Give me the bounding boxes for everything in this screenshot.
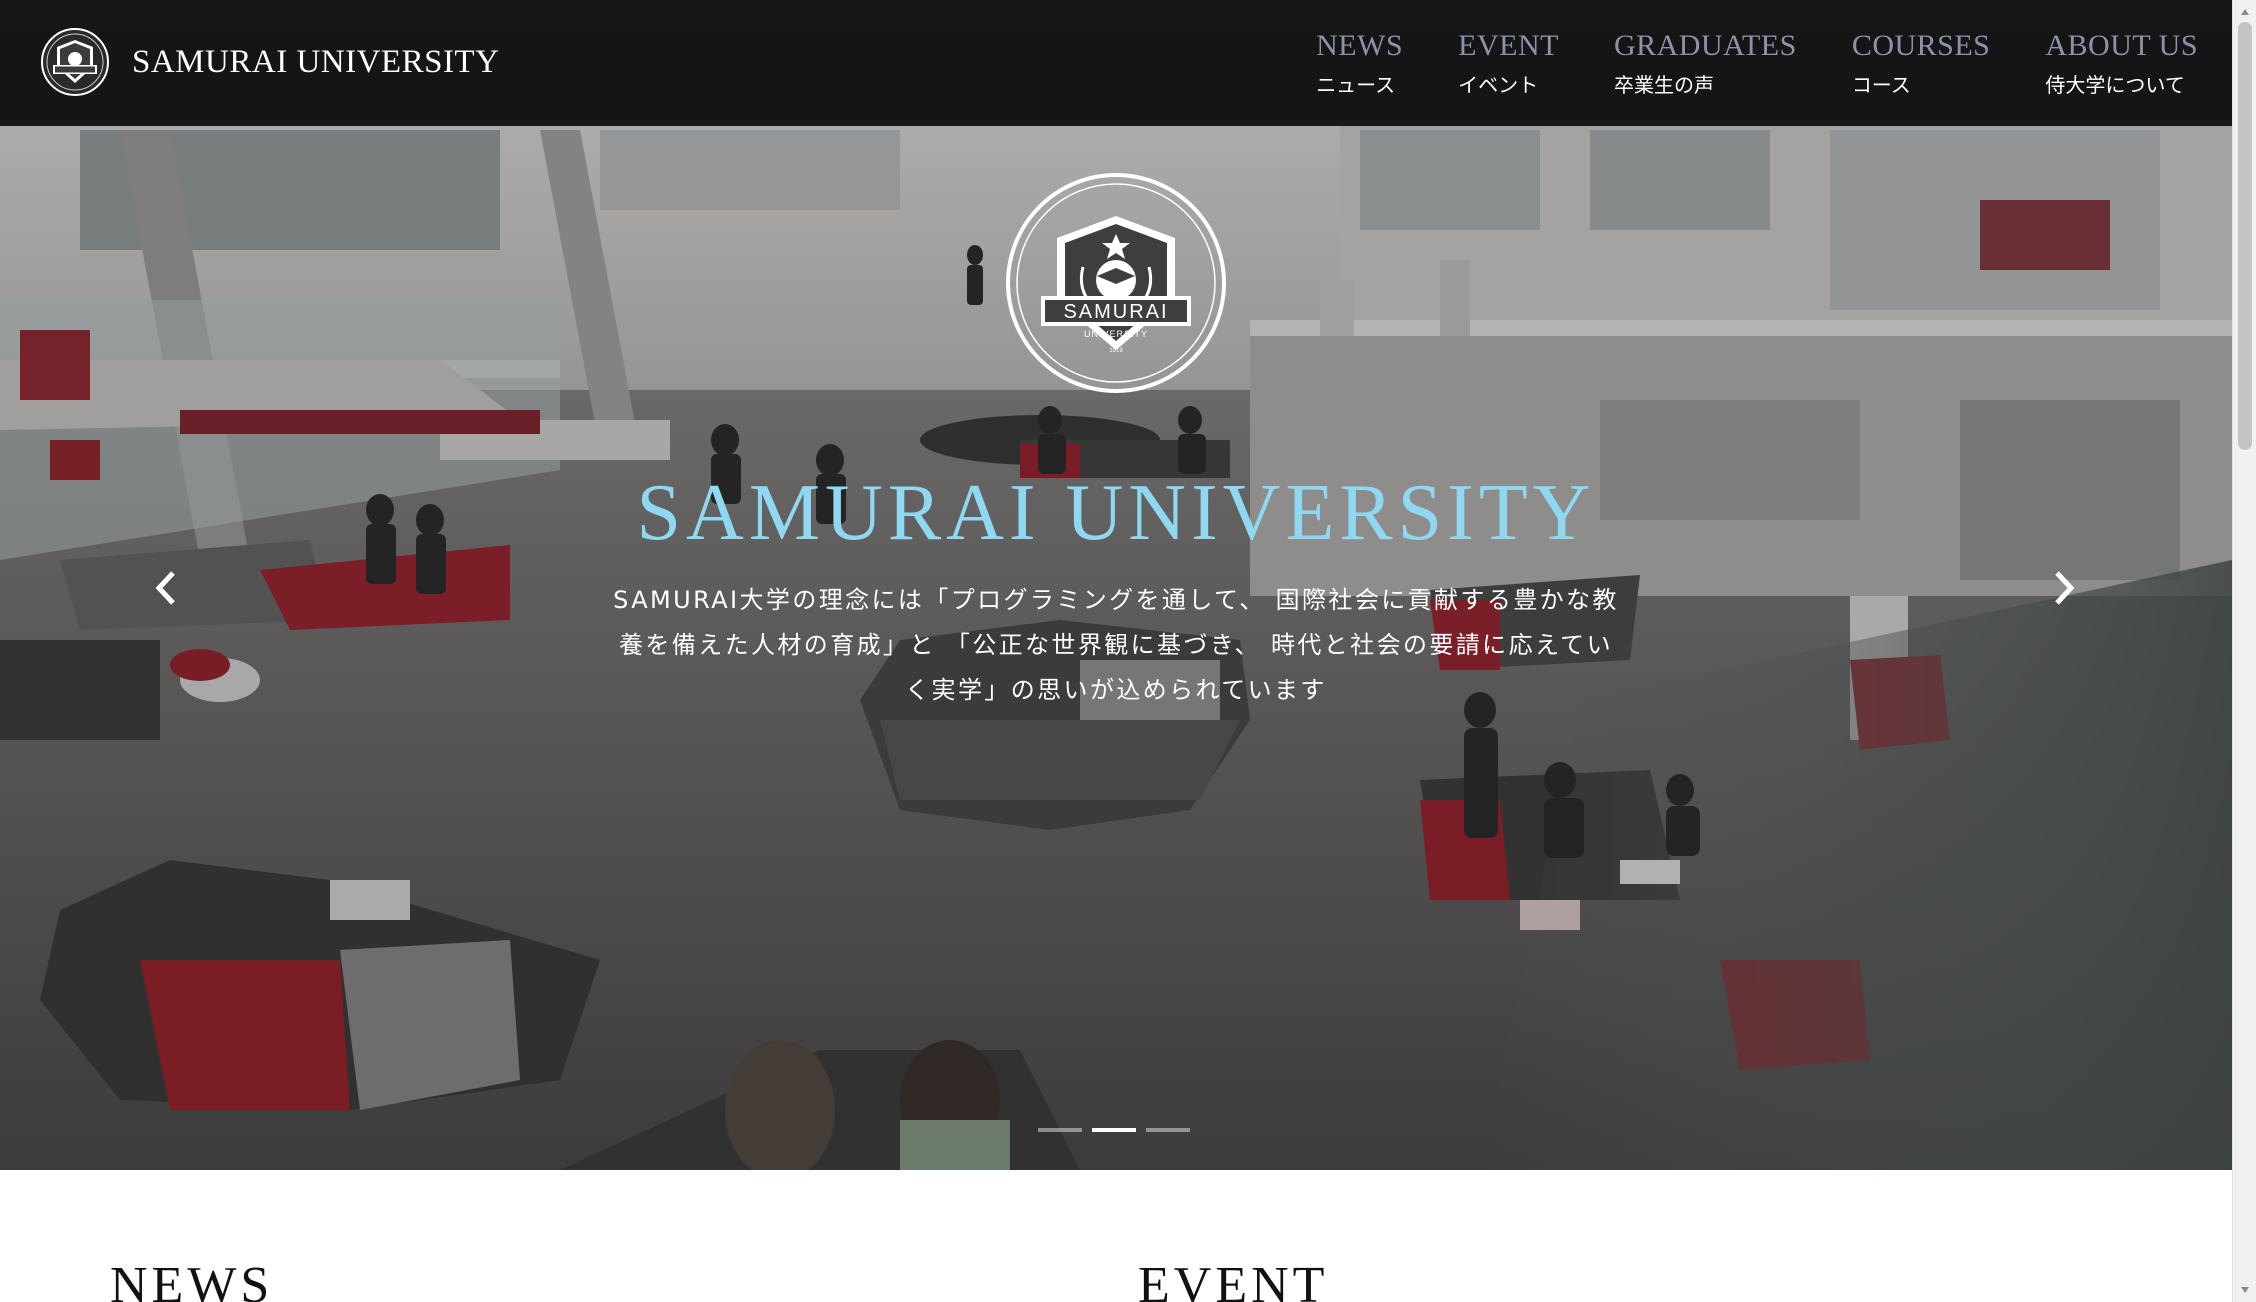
nav-item-event[interactable]: EVENT イベント [1458, 28, 1559, 98]
emblem-text: SAMURAI [1063, 301, 1168, 323]
page-scrollbar[interactable] [2232, 0, 2256, 1302]
scrollbar-thumb[interactable] [2238, 22, 2252, 450]
scroll-up-button[interactable] [2233, 2, 2256, 22]
nav-item-news[interactable]: NEWS ニュース [1316, 28, 1403, 98]
caret-up-icon [2241, 9, 2249, 15]
site-header: SAMURAI UNIVERSITY NEWS ニュース EVENT イベント … [0, 0, 2232, 126]
carousel-prev-button[interactable] [144, 566, 188, 610]
brand-home-link[interactable]: SAMURAI UNIVERSITY [40, 26, 499, 98]
carousel-indicators [1038, 1128, 1200, 1132]
nav-item-label: NEWS [1316, 29, 1404, 62]
caret-down-icon [2241, 1287, 2249, 1293]
main-nav: NEWS ニュース EVENT イベント GRADUATES 卒業生の声 COU… [1316, 28, 2198, 98]
scroll-down-button[interactable] [2233, 1280, 2256, 1300]
samurai-logo-icon [41, 28, 109, 96]
carousel-indicator-1[interactable] [1038, 1128, 1082, 1132]
event-section-title: EVENT [1138, 1257, 1329, 1302]
samurai-emblem-logo: SAMURAI UNIVERSITY 1919 [1006, 173, 1226, 393]
nav-item-sublabel: 卒業生の声 [1613, 73, 1714, 97]
news-section-title: NEWS [110, 1257, 274, 1302]
carousel-indicator-2[interactable] [1092, 1128, 1136, 1132]
nav-item-label: ABOUT US [2045, 29, 2198, 62]
nav-item-courses[interactable]: COURSES コース [1852, 28, 1991, 98]
carousel-indicator-3[interactable] [1146, 1128, 1190, 1132]
nav-item-sublabel: 侍大学について [2045, 73, 2185, 97]
hero-carousel: SAMURAI UNIVERSITY 1919 SAMURAI UNIVERSI… [0, 0, 2232, 1170]
chevron-right-icon [2055, 571, 2075, 605]
hero-title: SAMURAI UNIVERSITY [636, 469, 1596, 557]
nav-item-sublabel: イベント [1458, 73, 1539, 97]
nav-item-about[interactable]: ABOUT US 侍大学について [2045, 28, 2198, 98]
nav-item-label: COURSES [1851, 29, 1991, 62]
nav-item-graduates[interactable]: GRADUATES 卒業生の声 [1614, 28, 1797, 98]
brand-name: SAMURAI UNIVERSITY [132, 43, 500, 80]
nav-item-sublabel: ニュース [1316, 73, 1396, 97]
carousel-next-button[interactable] [2042, 566, 2086, 610]
hero-description: SAMURAI大学の理念には「プログラミングを通して、 国際社会に貢献する豊かな… [613, 586, 1619, 704]
page: SAMURAI UNIVERSITY 1919 SAMURAI UNIVERSI… [0, 0, 2232, 1302]
emblem-subtext: UNIVERSITY [1084, 329, 1148, 339]
nav-item-sublabel: コース [1851, 73, 1911, 97]
chevron-left-icon [155, 571, 175, 605]
nav-item-label: EVENT [1458, 29, 1559, 62]
nav-item-label: GRADUATES [1613, 29, 1797, 62]
emblem-year: 1919 [1109, 348, 1123, 354]
